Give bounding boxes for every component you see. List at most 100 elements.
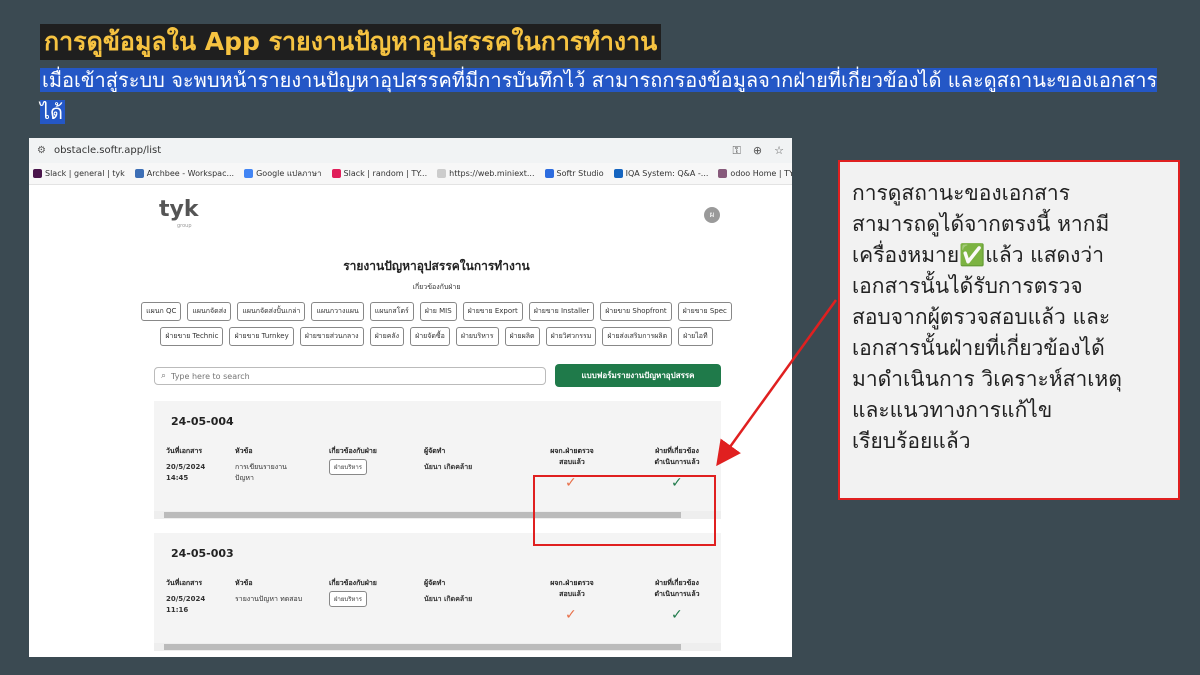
search-box[interactable]: ⌕ <box>154 367 546 385</box>
col-header-qa-line2: สอบแล้ว <box>559 590 585 598</box>
dept-filter-chip[interactable]: แผนกจัดส่ง <box>187 302 232 321</box>
bookmark-item[interactable]: IQA System: Q&A -... <box>613 169 709 178</box>
logo-subtext: group <box>177 223 192 229</box>
bookmark-item[interactable]: https://web.miniext... <box>437 169 535 178</box>
record-dept-tag: ฝ่ายบริหาร <box>329 591 367 607</box>
col-header-author: ผู้จัดทำ <box>424 447 446 455</box>
dept-filter-row-2: ฝ่ายขาย Technic ฝ่ายขาย Turnkey ฝ่ายขายส่ว… <box>154 327 719 346</box>
dept-filter-chip[interactable]: ฝ่ายขาย Turnkey <box>229 327 294 346</box>
record-time-value: 14:45 <box>166 474 189 482</box>
dept-filter-chip[interactable]: ฝ่ายคลัง <box>369 327 405 346</box>
record-topic: รายงานปัญหา ทดสอบ <box>235 595 303 603</box>
col-header-related-line1: ฝ่ายที่เกี่ยวข้อง <box>655 579 699 587</box>
dept-filter-chip[interactable]: แผนกจัดส่งปั้นเกล่า <box>237 302 306 321</box>
address-bar[interactable]: ⚙ obstacle.softr.app/list ⚿ ⊕ ☆ <box>29 138 792 163</box>
dept-filter-chip[interactable]: ฝ่ายขาย Shopfront <box>600 302 672 321</box>
record-topic-line2: ปัญหา <box>235 474 254 482</box>
status-highlight-box <box>533 475 716 546</box>
dept-filter-chip[interactable]: ฝ่ายขาย Spec <box>677 302 732 321</box>
bookmark-favicon-icon <box>33 169 42 178</box>
col-header-dept: เกี่ยวข้องกับฝ่าย <box>329 447 377 455</box>
bookmark-star-icon[interactable]: ☆ <box>774 144 784 158</box>
bookmark-label: Slack | random | TY... <box>343 169 428 178</box>
col-header-topic: หัวข้อ <box>235 579 253 587</box>
bookmark-label: Google แปลภาษา <box>256 169 322 178</box>
col-header-topic: หัวข้อ <box>235 447 253 455</box>
bookmark-item[interactable]: Slack | random | TY... <box>331 169 428 178</box>
bookmark-label: Slack | general | tyk <box>45 169 125 178</box>
bookmark-label: Softr Studio <box>556 169 604 178</box>
record-date-value: 20/5/2024 <box>166 595 206 603</box>
bookmark-favicon-icon <box>244 169 254 178</box>
col-header-dept: เกี่ยวข้องกับฝ่าย <box>329 579 377 587</box>
record-author: นัยนา เกิดคล้าย <box>424 463 473 471</box>
horizontal-scrollbar[interactable] <box>154 643 721 651</box>
related-check-icon: ✓ <box>671 607 683 623</box>
col-header-date: วันที่เอกสาร <box>166 579 203 587</box>
col-header-qa-line1: ผจก.ฝ่ายตรวจ <box>550 447 594 455</box>
dept-filter-chip[interactable]: ฝ่ายวิศวกรรม <box>545 327 597 346</box>
logo-text: tyk <box>159 197 199 222</box>
record-card[interactable]: 24-05-003 วันที่เอกสาร หัวข้อ เกี่ยวข้อง… <box>154 533 721 651</box>
record-topic: การเขียนรายงานปัญหา <box>235 462 287 484</box>
avatar[interactable]: ผ <box>704 207 720 223</box>
bookmark-favicon-icon <box>437 169 447 178</box>
dept-filter-chip[interactable]: แผนกสโตร์ <box>369 302 414 321</box>
slide-subtitle: เมื่อเข้าสู่ระบบ จะพบหน้ารายงานปัญหาอุปส… <box>40 64 1165 128</box>
col-header-qa: ผจก.ฝ่ายตรวจสอบแล้ว <box>542 578 602 600</box>
dept-filter-chip[interactable]: ฝ่ายขาย Technic <box>160 327 224 346</box>
password-key-icon[interactable]: ⚿ <box>733 144 741 158</box>
callout-note: การดูสถานะของเอกสาร สามารถดูได้จากตรงนี้… <box>838 160 1180 500</box>
search-input[interactable] <box>171 371 539 381</box>
dept-filter-chip[interactable]: ฝ่าย MIS <box>419 302 457 321</box>
dept-filter-chip[interactable]: แผนก QC <box>141 302 182 321</box>
dept-filter-label: เกี่ยวข้องกับฝ่าย <box>412 283 461 291</box>
site-settings-icon[interactable]: ⚙ <box>37 145 46 156</box>
col-header-related-line1: ฝ่ายที่เกี่ยวข้อง <box>655 447 699 455</box>
bookmark-item[interactable]: odoo Home | TYK G... <box>718 169 792 178</box>
bookmark-label: https://web.miniext... <box>449 169 535 178</box>
bookmark-favicon-icon <box>331 169 341 178</box>
col-header-related-line2: ดำเนินการแล้ว <box>654 590 700 598</box>
record-dept-tag: ฝ่ายบริหาร <box>329 459 367 475</box>
scrollbar-thumb[interactable] <box>164 644 681 650</box>
tyk-logo[interactable]: tyk <box>159 197 199 222</box>
browser-window: ⚙ obstacle.softr.app/list ⚿ ⊕ ☆ Slack | … <box>29 138 792 657</box>
record-topic-line1: การเขียนรายงาน <box>235 463 287 471</box>
bookmark-label: odoo Home | TYK G... <box>730 169 792 178</box>
page-title: รายงานปัญหาอุปสรรคในการทำงาน <box>343 259 530 273</box>
dept-filter-row-1: แผนก QC แผนกจัดส่ง แผนกจัดส่งปั้นเกล่า แผนก… <box>141 302 732 321</box>
bookmark-favicon-icon <box>544 169 554 178</box>
dept-filter-chip[interactable]: ฝ่ายขาย Installer <box>528 302 595 321</box>
slide-title: การดูข้อมูลใน App รายงานปัญหาอุปสรรคในกา… <box>40 24 662 60</box>
col-header-qa-line2: สอบแล้ว <box>559 458 585 466</box>
bookmark-label: IQA System: Q&A -... <box>625 169 709 178</box>
record-time-value: 11:16 <box>166 606 189 614</box>
bookmark-item[interactable]: Softr Studio <box>544 169 604 178</box>
dept-filter-chip[interactable]: ฝ่ายผลิต <box>504 327 540 346</box>
slide-subtitle-text: เมื่อเข้าสู่ระบบ จะพบหน้ารายงานปัญหาอุปส… <box>40 68 1158 124</box>
col-header-related-line2: ดำเนินการแล้ว <box>654 458 700 466</box>
dept-filter-chip[interactable]: แผนกวางแผน <box>311 302 364 321</box>
record-id: 24-05-003 <box>171 547 234 560</box>
record-author: นัยนา เกิดคล้าย <box>424 595 473 603</box>
col-header-related: ฝ่ายที่เกี่ยวข้องดำเนินการแล้ว <box>642 446 712 468</box>
zoom-icon[interactable]: ⊕ <box>753 144 762 158</box>
report-form-button[interactable]: แบบฟอร์มรายงานปัญหาอุปสรรค <box>555 364 721 387</box>
dept-filter-chip[interactable]: ฝ่ายไอที <box>678 327 713 346</box>
col-header-qa-line1: ผจก.ฝ่ายตรวจ <box>550 579 594 587</box>
col-header-qa: ผจก.ฝ่ายตรวจสอบแล้ว <box>542 446 602 468</box>
dept-filter-chip[interactable]: ฝ่ายขายส่วนกลาง <box>299 327 364 346</box>
dept-filter-chip[interactable]: ฝ่ายบริหาร <box>455 327 499 346</box>
col-header-author: ผู้จัดทำ <box>424 579 446 587</box>
record-date: 20/5/2024 11:16 <box>166 594 205 616</box>
record-date-value: 20/5/2024 <box>166 463 206 471</box>
record-date: 20/5/2024 14:45 <box>166 462 205 484</box>
dept-filter-chip[interactable]: ฝ่ายขาย Export <box>462 302 523 321</box>
bookmark-item[interactable]: Google แปลภาษา <box>244 167 322 180</box>
url-text[interactable]: obstacle.softr.app/list <box>54 145 733 156</box>
dept-filter-chip[interactable]: ฝ่ายจัดซื้อ <box>410 327 450 346</box>
dept-filter-chip[interactable]: ฝ่ายส่งเสริมการผลิต <box>602 327 673 346</box>
bookmark-item[interactable]: Slack | general | tyk <box>33 169 125 178</box>
bookmark-item[interactable]: Archbee - Workspac... <box>134 169 234 178</box>
